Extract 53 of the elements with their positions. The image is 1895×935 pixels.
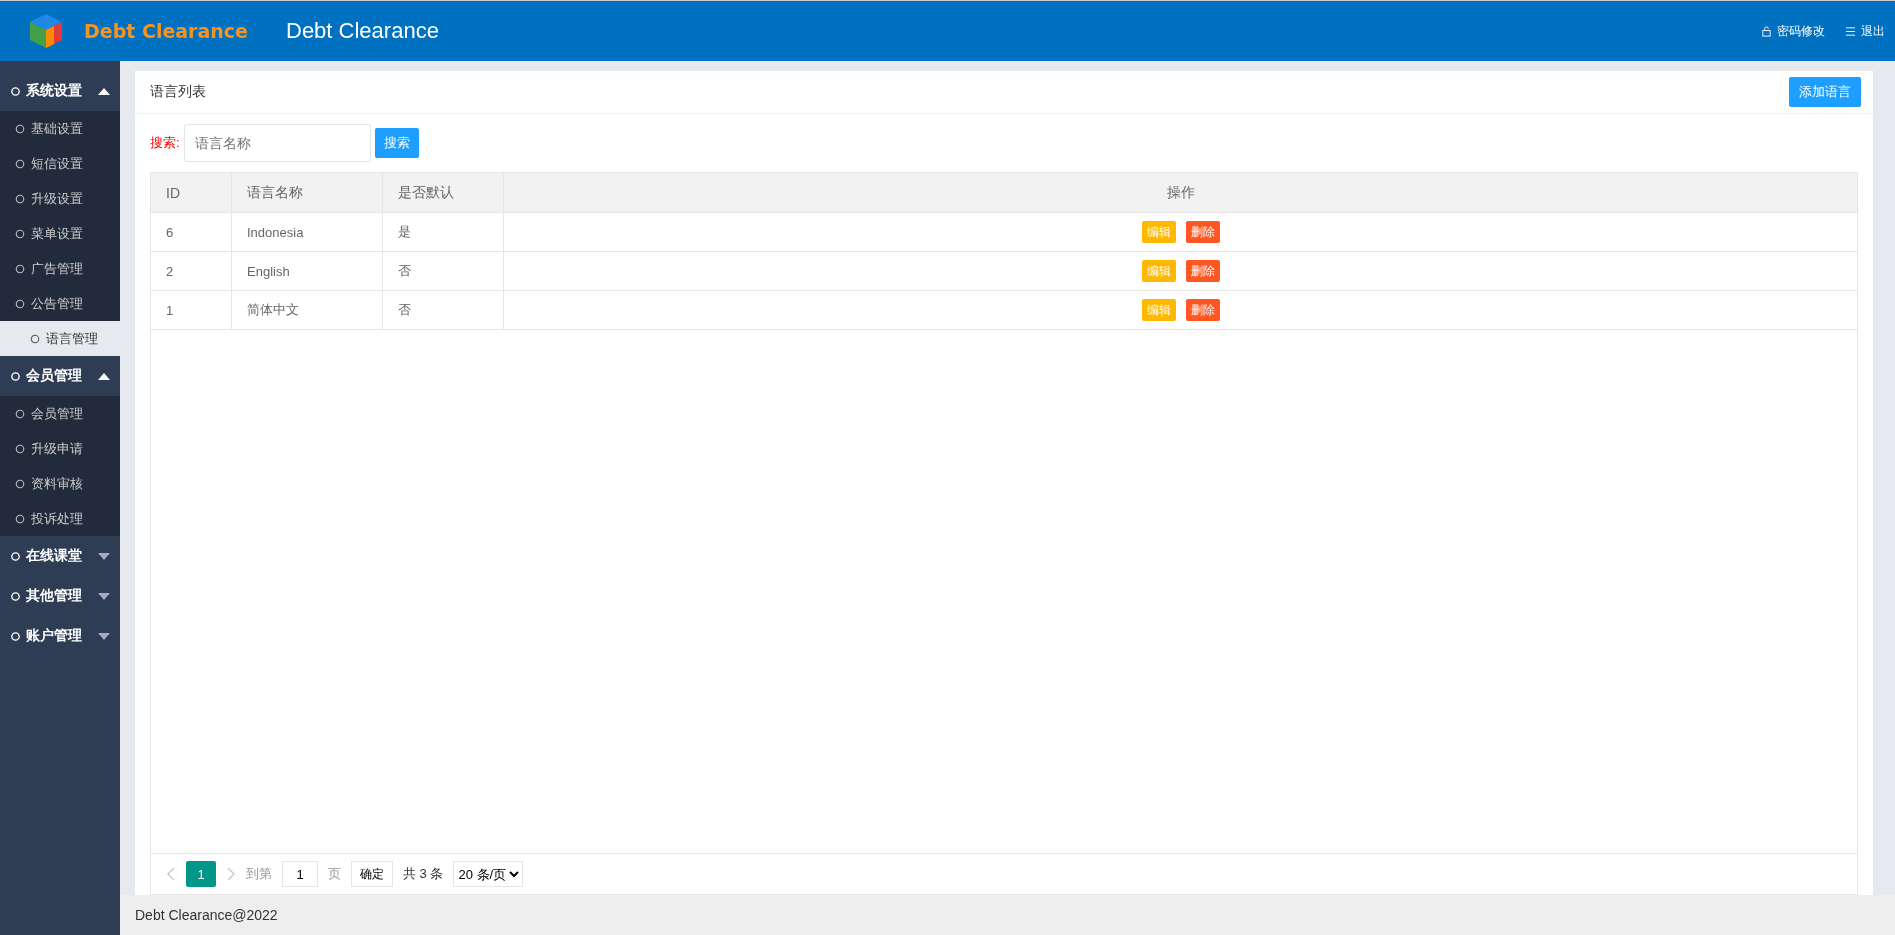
table-cell: 1 <box>151 290 232 330</box>
caret-down-icon <box>98 552 110 560</box>
column-header: 语言名称 <box>231 173 383 213</box>
total-count: 共 3 条 <box>403 865 444 883</box>
footer-text: Debt Clearance@2022 <box>120 895 1895 935</box>
next-page-icon[interactable] <box>226 867 236 881</box>
logo-text: Debt Clearance <box>84 20 248 42</box>
goto-label: 到第 <box>246 865 272 883</box>
header-link[interactable]: 密码修改 <box>1761 22 1825 40</box>
sidebar-item[interactable]: 广告管理 <box>0 251 120 286</box>
table-cell: 2 <box>151 251 232 291</box>
page-size-select[interactable]: 20 条/页 <box>453 861 524 887</box>
sidebar-group[interactable]: 会员管理 <box>0 356 120 396</box>
menu-icon <box>1845 25 1856 37</box>
prev-page-icon[interactable] <box>166 867 176 881</box>
caret-down-icon <box>98 592 110 600</box>
sidebar-group[interactable]: 账户管理 <box>0 616 120 656</box>
table-cell: Indonesia <box>231 212 383 252</box>
table-cell: 是 <box>382 212 504 252</box>
sidebar-item[interactable]: 菜单设置 <box>0 216 120 251</box>
sidebar-item[interactable]: 短信设置 <box>0 146 120 181</box>
sidebar-item[interactable]: 语言管理 <box>0 321 120 356</box>
table-cell: 6 <box>151 212 232 252</box>
caret-up-icon <box>98 87 110 95</box>
table-cell: 简体中文 <box>231 290 383 330</box>
sidebar-group[interactable]: 其他管理 <box>0 576 120 616</box>
caret-up-icon <box>98 372 110 380</box>
sidebar-item[interactable]: 投诉处理 <box>0 501 120 536</box>
table-cell: 否 <box>382 251 504 291</box>
caret-down-icon <box>98 632 110 640</box>
confirm-button[interactable]: 确定 <box>351 861 393 887</box>
page-number[interactable]: 1 <box>186 861 216 887</box>
page-field[interactable]: 1 <box>282 861 318 887</box>
sidebar-item[interactable]: 资料审核 <box>0 466 120 501</box>
sidebar-group[interactable]: 在线课堂 <box>0 536 120 576</box>
search-label: 搜索: <box>150 134 180 152</box>
search-field[interactable]: 语言名称 <box>183 124 371 162</box>
table-cell: 否 <box>382 290 504 330</box>
panel-title: 语言列表 <box>150 83 206 101</box>
sidebar-item[interactable]: 公告管理 <box>0 286 120 321</box>
table-cell: English <box>231 251 383 291</box>
sidebar-item[interactable]: 基础设置 <box>0 111 120 146</box>
page-unit: 页 <box>328 865 341 883</box>
sidebar-item[interactable]: 升级申请 <box>0 431 120 466</box>
column-header: ID <box>151 173 232 213</box>
sidebar-group[interactable]: 系统设置 <box>0 71 120 111</box>
header-link[interactable]: 退出 <box>1845 22 1885 40</box>
column-header: 是否默认 <box>382 173 504 213</box>
sidebar-item[interactable]: 升级设置 <box>0 181 120 216</box>
app-title: Debt Clearance <box>286 18 439 44</box>
lock-icon <box>1761 25 1772 37</box>
column-header: 操作 <box>503 173 1857 213</box>
sidebar-item[interactable]: 会员管理 <box>0 396 120 431</box>
